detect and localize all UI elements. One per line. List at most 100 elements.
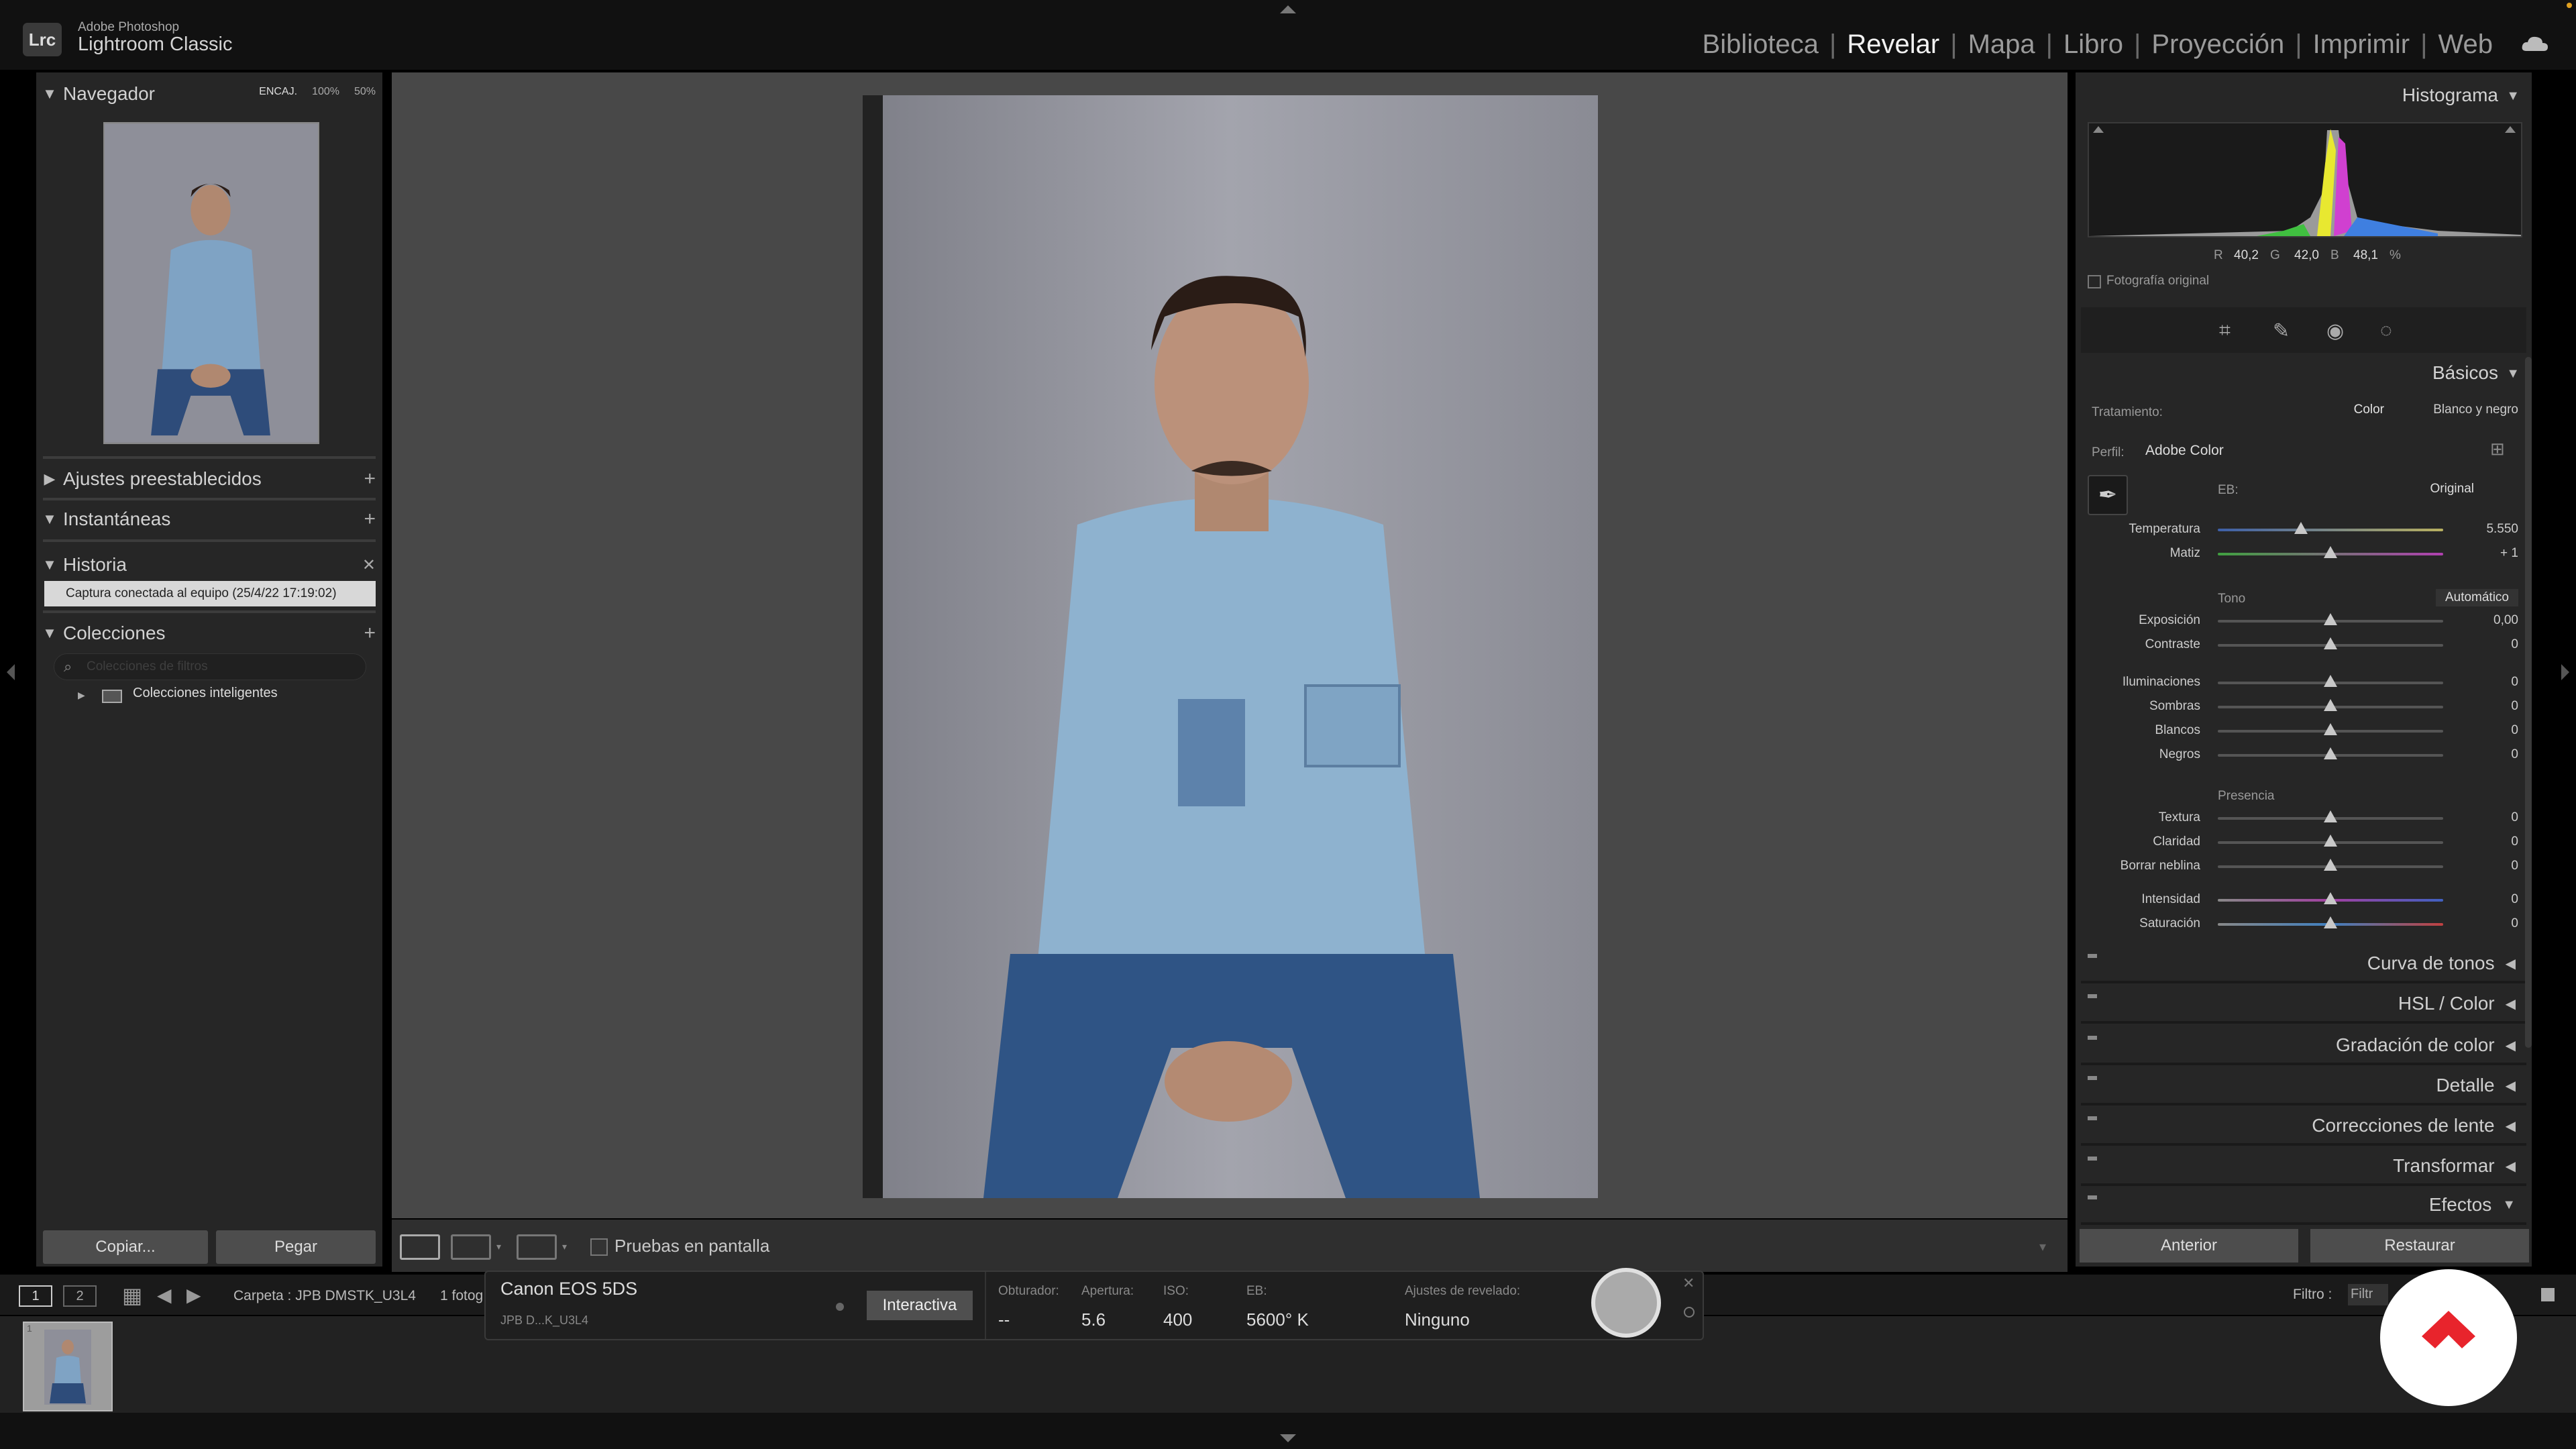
profile-select[interactable]: Adobe Color [2145, 443, 2224, 459]
slider-thumb[interactable] [2324, 859, 2337, 871]
slider-value[interactable]: 0 [2458, 747, 2518, 762]
slider-thumb[interactable] [2324, 613, 2337, 625]
main-photo[interactable] [863, 95, 1598, 1198]
collapse-triangle-icon[interactable]: ▼ [2506, 366, 2520, 382]
develop-settings-select[interactable]: Ninguno [1405, 1309, 1470, 1330]
close-icon[interactable]: ✕ [1682, 1275, 1695, 1292]
history-header[interactable]: ▼ Historia ✕ [36, 546, 382, 584]
filmstrip-source[interactable]: Carpeta : JPB DMSTK_U3L4 [233, 1288, 416, 1304]
add-snapshot-icon[interactable]: + [364, 508, 376, 531]
window-2-button[interactable]: 2 [63, 1285, 97, 1307]
slider-thumb[interactable] [2324, 747, 2337, 759]
treatment-color-button[interactable]: Color [2354, 402, 2384, 417]
slider-value[interactable]: 0 [2458, 723, 2518, 738]
filmstrip-thumbnail[interactable]: 1 [23, 1322, 113, 1411]
slider-value[interactable]: 0 [2458, 637, 2518, 652]
slider-value[interactable]: 0 [2458, 916, 2518, 931]
filter-toggle-icon[interactable] [2541, 1288, 2555, 1301]
show-left-panel-icon[interactable] [5, 664, 15, 684]
copy-settings-button[interactable]: Copiar... [43, 1230, 208, 1264]
cloud-icon[interactable] [2521, 35, 2549, 52]
healing-tool-icon[interactable]: ✎ [2273, 319, 2290, 343]
zoom-100[interactable]: 100% [312, 86, 339, 98]
treatment-bw-button[interactable]: Blanco y negro [2433, 402, 2518, 417]
effects-section[interactable]: Efectos ▼ [2081, 1187, 2526, 1225]
presets-header[interactable]: ▶ Ajustes preestablecidos + [36, 460, 382, 498]
wb-select[interactable]: Original [2430, 482, 2474, 496]
toolbar-menu-icon[interactable]: ▾ [2039, 1238, 2046, 1255]
original-photo-checkbox[interactable] [2088, 275, 2101, 288]
zoom-fit[interactable]: ENCAJ. [259, 86, 297, 98]
reset-button[interactable]: Restaurar [2310, 1229, 2529, 1263]
slider-value[interactable]: + 1 [2458, 546, 2518, 561]
navigator-preview[interactable] [103, 122, 319, 444]
dropdown-arrow-icon[interactable]: ▾ [562, 1241, 567, 1252]
soft-proofing-checkbox[interactable] [590, 1238, 608, 1256]
slider-value[interactable]: 0 [2458, 810, 2518, 825]
history-item[interactable]: Captura conectada al equipo (25/4/22 17:… [44, 581, 376, 606]
lens-corrections-section[interactable]: Correcciones de lente ◀ [2081, 1108, 2526, 1146]
window-1-button[interactable]: 1 [19, 1285, 52, 1307]
slider-value[interactable]: 0 [2458, 699, 2518, 714]
slider-thumb[interactable] [2324, 637, 2337, 649]
smart-collections-item[interactable]: Colecciones inteligentes [133, 686, 278, 701]
slider-thumb[interactable] [2324, 699, 2337, 711]
show-top-panel-icon[interactable] [1280, 4, 1296, 13]
show-right-panel-icon[interactable] [2561, 664, 2571, 684]
auto-tone-button[interactable]: Automático [2435, 589, 2518, 606]
crop-tool-icon[interactable]: ⌗ [2219, 319, 2231, 342]
slider-thumb[interactable] [2324, 675, 2337, 687]
module-book[interactable]: Libro [2063, 30, 2123, 60]
white-balance-eyedropper-icon[interactable]: ✒ [2088, 475, 2128, 515]
show-filmstrip-icon[interactable] [1280, 1434, 1296, 1447]
shutter-release-button[interactable] [1591, 1268, 1661, 1338]
color-grading-section[interactable]: Gradación de color ◀ [2081, 1028, 2526, 1065]
collapse-triangle-icon[interactable]: ▼ [2506, 89, 2520, 104]
module-print[interactable]: Imprimir [2313, 30, 2410, 60]
slider-thumb[interactable] [2324, 546, 2337, 558]
slider-thumb[interactable] [2324, 916, 2337, 928]
paste-settings-button[interactable]: Pegar [216, 1230, 376, 1264]
collections-search-input[interactable]: ⌕ Colecciones de filtros [54, 653, 366, 680]
forward-arrow-icon[interactable]: ▶ [186, 1284, 201, 1306]
profile-browser-icon[interactable]: ⊞ [2490, 439, 2505, 460]
interactive-button[interactable]: Interactiva [867, 1291, 973, 1320]
module-develop[interactable]: Revelar [1847, 30, 1939, 60]
clear-history-icon[interactable]: ✕ [362, 555, 376, 575]
slider-thumb[interactable] [2324, 892, 2337, 904]
add-preset-icon[interactable]: + [364, 468, 376, 490]
slider-thumb[interactable] [2324, 810, 2337, 822]
slider-value[interactable]: 0 [2458, 892, 2518, 907]
camera-select[interactable]: Canon EOS 5DS [500, 1279, 637, 1299]
module-slideshow[interactable]: Proyección [2151, 30, 2284, 60]
slider-value[interactable]: 0 [2458, 859, 2518, 873]
collections-header[interactable]: ▼ Colecciones + [36, 614, 382, 652]
histogram[interactable] [2088, 122, 2522, 237]
minimize-icon[interactable] [1684, 1307, 1695, 1318]
expand-smart-collections-icon[interactable]: ▶ [78, 690, 85, 701]
hsl-color-section[interactable]: HSL / Color ◀ [2081, 986, 2526, 1024]
slider-value[interactable]: 5.550 [2458, 522, 2518, 537]
previous-settings-button[interactable]: Anterior [2080, 1229, 2298, 1263]
add-collection-icon[interactable]: + [364, 622, 376, 645]
dropdown-arrow-icon[interactable]: ▾ [496, 1241, 501, 1252]
tone-curve-section[interactable]: Curva de tonos ◀ [2081, 946, 2526, 983]
grid-view-icon[interactable]: ▦ [122, 1283, 142, 1308]
before-after-view-icon[interactable] [517, 1234, 557, 1260]
back-arrow-icon[interactable]: ◀ [157, 1284, 172, 1306]
slider-value[interactable]: 0 [2458, 675, 2518, 690]
slider-value[interactable]: 0 [2458, 835, 2518, 849]
slider-thumb[interactable] [2294, 522, 2308, 534]
detail-section[interactable]: Detalle ◀ [2081, 1068, 2526, 1106]
reference-view-icon[interactable] [451, 1234, 491, 1260]
slider-track[interactable] [2218, 529, 2443, 531]
slider-thumb[interactable] [2324, 835, 2337, 847]
snapshots-header[interactable]: ▼ Instantáneas + [36, 500, 382, 538]
right-panel-scrollbar[interactable] [2525, 357, 2532, 1048]
module-library[interactable]: Biblioteca [1703, 30, 1819, 60]
transform-section[interactable]: Transformar ◀ [2081, 1148, 2526, 1186]
slider-value[interactable]: 0,00 [2458, 613, 2518, 628]
module-map[interactable]: Mapa [1968, 30, 2035, 60]
module-web[interactable]: Web [2438, 30, 2493, 60]
masking-tool-icon[interactable]: ◌ [2380, 319, 2392, 342]
